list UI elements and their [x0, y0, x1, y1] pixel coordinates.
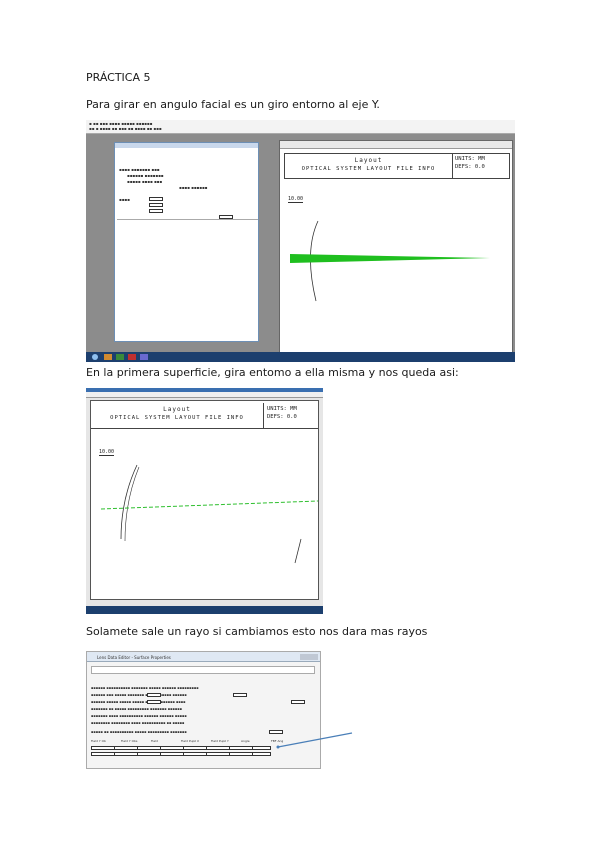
paragraph-1: Para girar en angulo facial es un giro e…	[86, 98, 380, 111]
taskbar	[86, 352, 515, 362]
units-label: UNITS: MM	[455, 156, 485, 162]
lens-surface-2b	[124, 466, 140, 542]
table-header-cell: Field Pupil Y	[211, 739, 229, 743]
units-value: DEFS: 0.0	[455, 164, 485, 170]
paragraph-3: Solamete sale un rayo si cambiamos esto …	[86, 625, 428, 638]
layout-drawing-2	[100, 464, 318, 564]
image-surface	[294, 538, 302, 564]
units-value-2: DEFS: 0.0	[267, 414, 297, 420]
layout-window: Layout OPTICAL SYSTEM LAYOUT FILE INFO U…	[279, 140, 513, 362]
paragraph-2: En la primera superficie, gira entomo a …	[86, 366, 459, 379]
table-header-cell: Field Y Ob	[91, 739, 106, 743]
table-header-cell: Angle	[241, 739, 250, 743]
screenshot-1: ▪ ▪▪ ▪▪▪ ▪▪▪▪ ▪▪▪▪▪ ▪▪▪▪▪▪ ▪▪ ▪ ▪▪▪▪ ▪▪ …	[86, 120, 515, 362]
table-header-cell: Field Y Obs	[121, 739, 138, 743]
table-header-cell: Field Pupil X	[181, 739, 200, 743]
layout-title: Layout	[354, 157, 383, 164]
window-controls[interactable]	[300, 654, 318, 660]
layout-title-2: Layout	[163, 406, 191, 413]
scale-label-2: 10.00	[99, 449, 115, 456]
system-dialog: ▪▪▪▪ ▪▪▪▪▪▪▪ ▪▪▪ ▪▪▪▪▪▪ ▪▪▪▪▪▪▪ ▪▪▪▪▪ ▪▪…	[114, 142, 259, 342]
taskbar-2	[86, 606, 323, 614]
lens-surface-2	[120, 464, 138, 540]
menu-bar: ▪ ▪▪ ▪▪▪ ▪▪▪▪ ▪▪▪▪▪ ▪▪▪▪▪▪ ▪▪ ▪ ▪▪▪▪ ▪▪ …	[86, 120, 515, 134]
annotation-arrow	[276, 732, 353, 749]
screenshot-2: Layout OPTICAL SYSTEM LAYOUT FILE INFO U…	[86, 388, 323, 614]
layout-subtitle: OPTICAL SYSTEM LAYOUT FILE INFO	[301, 166, 436, 172]
layout-window-2: Layout OPTICAL SYSTEM LAYOUT FILE INFO U…	[90, 400, 319, 600]
layout-drawing	[290, 220, 490, 302]
ray-line	[100, 500, 318, 510]
window-title-3: Lens Data Editor - Surface Properties	[97, 655, 171, 660]
layout-subtitle-2: OPTICAL SYSTEM LAYOUT FILE INFO	[110, 415, 244, 421]
units-label-2: UNITS: MM	[267, 406, 297, 412]
heading: PRÁCTICA 5	[86, 71, 151, 84]
ray-bundle	[290, 254, 490, 263]
table-header-cell: Field	[151, 739, 158, 743]
